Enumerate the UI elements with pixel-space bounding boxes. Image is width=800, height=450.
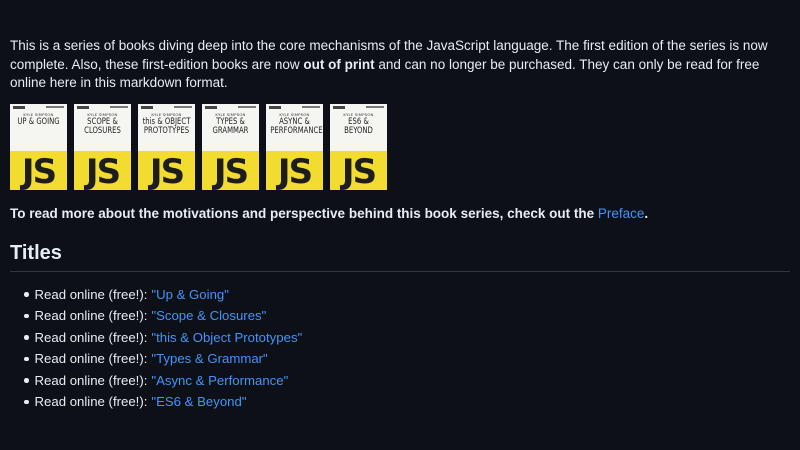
- title-link-async-performance[interactable]: "Async & Performance": [151, 370, 288, 392]
- book-cover-types-grammar[interactable]: KYLE SIMPSON TYPES & GRAMMAR JS: [202, 103, 259, 190]
- js-logo: JS: [341, 151, 377, 190]
- bullet-icon: [24, 313, 29, 318]
- titles-heading: Titles: [10, 242, 790, 272]
- cover-bar: [238, 105, 256, 108]
- bullet-icon: [24, 292, 29, 297]
- cover-bar: [366, 105, 384, 108]
- motivation-text: To read more about the motivations and p…: [10, 205, 598, 221]
- titles-list: Read online (free!): "Up & Going" Read o…: [10, 284, 795, 413]
- list-item: Read online (free!): "Up & Going": [24, 284, 795, 306]
- book-covers: KYLE SIMPSON UP & GOING JS KYLE SIMPSON …: [10, 103, 795, 190]
- cover-title: ES6 & BEYOND: [344, 116, 373, 136]
- cover-title: TYPES & GRAMMAR: [212, 116, 249, 136]
- bullet-icon: [24, 399, 29, 404]
- list-item-prefix: Read online (free!):: [34, 329, 148, 345]
- list-item: Read online (free!): "Async & Performanc…: [24, 370, 795, 392]
- js-logo: JS: [85, 151, 121, 190]
- list-item-prefix: Read online (free!):: [34, 394, 148, 409]
- list-item: Read online (free!): "this & Object Prot…: [24, 327, 795, 349]
- bullet-icon: [24, 378, 29, 383]
- cover-bar: [46, 105, 64, 108]
- publisher-logo: [205, 105, 217, 109]
- title-link-up-going[interactable]: "Up & Going": [151, 284, 229, 306]
- cover-bar: [302, 105, 320, 108]
- book-cover-up-going[interactable]: KYLE SIMPSON UP & GOING JS: [10, 103, 67, 190]
- title-link-types-grammar[interactable]: "Types & Grammar": [151, 348, 267, 370]
- bullet-icon: [24, 335, 29, 340]
- cover-title: this & OBJECT PROTOTYPES: [142, 116, 191, 136]
- list-item-prefix: Read online (free!):: [34, 351, 148, 366]
- publisher-logo: [333, 105, 345, 109]
- publisher-logo: [13, 105, 25, 109]
- book-cover-this-object-prototypes[interactable]: KYLE SIMPSON this & OBJECT PROTOTYPES JS: [138, 103, 195, 190]
- list-item: Read online (free!): "Types & Grammar": [24, 348, 795, 370]
- bullet-icon: [24, 356, 29, 361]
- js-logo: JS: [21, 151, 57, 190]
- preface-link[interactable]: Preface: [598, 206, 645, 221]
- cover-bar: [110, 105, 128, 108]
- js-logo: JS: [149, 151, 185, 190]
- intro-bold: out of print: [303, 56, 375, 72]
- list-item: Read online (free!): "Scope & Closures": [24, 305, 795, 327]
- cover-title: UP & GOING: [17, 116, 60, 127]
- js-logo: JS: [213, 151, 249, 190]
- cover-bar: [174, 105, 192, 108]
- title-link-es6-beyond[interactable]: "ES6 & Beyond": [151, 391, 246, 413]
- title-link-scope-closures[interactable]: "Scope & Closures": [151, 305, 266, 327]
- list-item-prefix: Read online (free!):: [34, 308, 148, 323]
- js-logo: JS: [277, 151, 313, 190]
- list-item-prefix: Read online (free!):: [34, 372, 148, 388]
- book-cover-es6-beyond[interactable]: KYLE SIMPSON ES6 & BEYOND JS: [330, 103, 387, 190]
- list-item-prefix: Read online (free!):: [34, 286, 148, 302]
- readme-content: This is a series of books diving deep in…: [10, 37, 795, 413]
- motivation-paragraph: To read more about the motivations and p…: [10, 205, 795, 223]
- cover-title: SCOPE & CLOSURES: [84, 116, 121, 136]
- intro-paragraph: This is a series of books diving deep in…: [10, 37, 795, 93]
- title-link-this-object-prototypes[interactable]: "this & Object Prototypes": [151, 327, 302, 349]
- publisher-logo: [141, 105, 153, 109]
- publisher-logo: [77, 105, 89, 109]
- motivation-suffix: .: [644, 205, 649, 221]
- cover-title: ASYNC & PERFORMANCE: [270, 116, 323, 136]
- book-cover-scope-closures[interactable]: KYLE SIMPSON SCOPE & CLOSURES JS: [74, 103, 131, 190]
- book-cover-async-performance[interactable]: KYLE SIMPSON ASYNC & PERFORMANCE JS: [266, 103, 323, 190]
- publisher-logo: [269, 105, 281, 109]
- list-item: Read online (free!): "ES6 & Beyond": [24, 391, 795, 413]
